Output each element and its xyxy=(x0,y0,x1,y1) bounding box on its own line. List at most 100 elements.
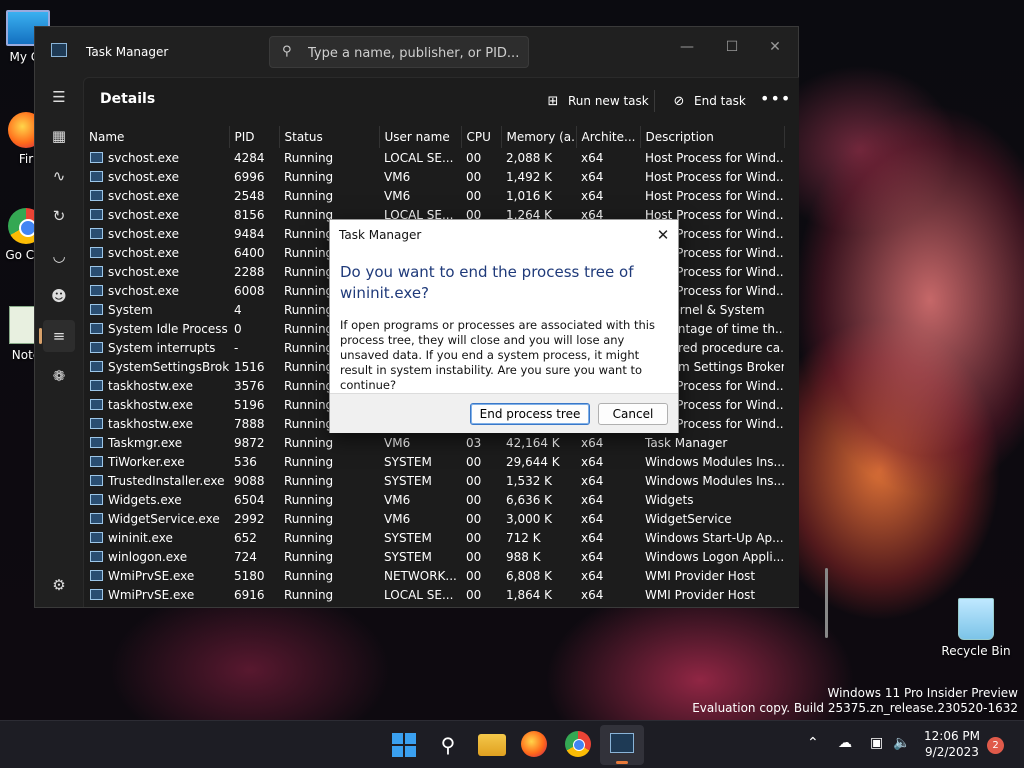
column-header-name[interactable]: ⌃ Name xyxy=(84,126,230,148)
cell-text: wininit.exe xyxy=(108,530,173,545)
volume-icon[interactable]: 🔈 xyxy=(893,735,910,751)
cell-text: Running xyxy=(284,397,334,412)
desktop-icon-recycle-bin[interactable]: Recycle Bin xyxy=(940,598,1012,658)
column-header-cpu[interactable]: CPU xyxy=(461,126,502,148)
start-button[interactable] xyxy=(390,731,418,759)
details-icon[interactable]: ≡ xyxy=(39,320,75,352)
search-input[interactable] xyxy=(308,43,523,63)
page-title: Details xyxy=(100,91,156,107)
startup-apps-icon[interactable]: ◡ xyxy=(43,240,75,272)
cell-text: 3,000 K xyxy=(506,511,553,526)
column-header-user-name[interactable]: User name xyxy=(379,126,462,148)
table-row[interactable]: svchost.exe 6996 Running VM6 00 1,492 K x64 Hos… xyxy=(84,167,784,186)
table-row[interactable]: wininit.exe 652 Running SYSTEM 00 712 K x64 Win… xyxy=(84,528,784,547)
cell-text: Running xyxy=(284,340,334,355)
table-row[interactable]: TiWorker.exe 536 Running SYSTEM 00 29,644 K x6… xyxy=(84,452,784,471)
cell-name: winlogon.exe xyxy=(84,547,229,566)
cell-text: 2548 xyxy=(234,188,265,203)
more-options-button[interactable]: ••• xyxy=(760,88,790,114)
services-icon[interactable]: ❁ xyxy=(43,360,75,392)
notification-badge[interactable]: 2 xyxy=(987,737,1004,754)
maximize-button[interactable]: ☐ xyxy=(712,33,752,61)
settings-gear-icon[interactable]: ⚙ xyxy=(43,569,75,601)
taskbar-firefox-icon[interactable] xyxy=(521,731,547,757)
cell-user-name: LOCAL SE... xyxy=(379,148,461,167)
cloud-offline-icon[interactable]: ☁ xyxy=(838,735,852,751)
cell-name: svchost.exe xyxy=(84,224,229,243)
users-icon[interactable]: ☻ xyxy=(43,280,75,312)
recycle-bin-icon xyxy=(958,598,994,640)
app-history-icon[interactable]: ↻ xyxy=(43,200,75,232)
show-hidden-icons-chevron-icon[interactable]: ⌃ xyxy=(807,735,819,751)
cell-text: SYSTEM xyxy=(384,530,432,545)
column-header-label: Name xyxy=(89,130,125,144)
run-new-task-button[interactable]: ⊞ Run new task xyxy=(544,88,649,114)
cell-user-name: SYSTEM xyxy=(379,547,461,566)
cell-text: x64 xyxy=(581,473,604,488)
table-row[interactable]: winlogon.exe 724 Running SYSTEM 00 988 K x64 Wi… xyxy=(84,547,784,566)
process-icon xyxy=(90,417,103,429)
cell-text: Windows Modules Ins... xyxy=(645,454,784,469)
search-box[interactable]: ⚲ xyxy=(269,36,529,68)
table-row[interactable]: WidgetService.exe 2992 Running VM6 00 3,000 K… xyxy=(84,509,784,528)
dialog-close-icon[interactable]: ✕ xyxy=(648,223,678,247)
cell-name: System Idle Process xyxy=(84,319,229,338)
cell-text: 00 xyxy=(466,188,482,203)
cell-cpu: 00 xyxy=(461,509,501,528)
taskbar-search-icon[interactable]: ⚲ xyxy=(434,731,462,759)
cell-name: svchost.exe xyxy=(84,205,229,224)
cell-pid: 1516 xyxy=(229,357,279,376)
cell-text: Running xyxy=(284,492,334,507)
cell-text: TiWorker.exe xyxy=(108,454,185,469)
column-header-description[interactable]: Description xyxy=(640,126,785,148)
hamburger-menu-icon[interactable]: ☰ xyxy=(43,81,75,113)
cell-text: Running xyxy=(284,454,334,469)
cell-description: Host Process for Wind... xyxy=(640,186,784,205)
cell-text: x64 xyxy=(581,587,604,602)
minimize-button[interactable]: — xyxy=(667,33,707,61)
table-row[interactable]: svchost.exe 4284 Running LOCAL SE... 00 2,088… xyxy=(84,148,784,167)
table-row[interactable]: Widgets.exe 6504 Running VM6 00 6,636 K x64 Wid… xyxy=(84,490,784,509)
process-icon xyxy=(90,170,103,182)
column-header-status[interactable]: Status xyxy=(279,126,380,148)
title-bar[interactable]: Task Manager ⚲ — ☐ ✕ xyxy=(35,27,798,77)
cell-description: Host Process for Wind... xyxy=(640,148,784,167)
file-explorer-icon[interactable] xyxy=(478,734,506,756)
cell-text: taskhostw.exe xyxy=(108,416,193,431)
end-process-tree-button[interactable]: End process tree xyxy=(470,403,590,425)
cell-name: svchost.exe xyxy=(84,281,229,300)
cell-text: System Idle Process xyxy=(108,321,228,336)
desktop-icon-label: Recycle Bin xyxy=(941,644,1011,658)
table-row[interactable]: TrustedInstaller.exe 9088 Running SYSTEM 00 1… xyxy=(84,471,784,490)
column-header-pid[interactable]: PID xyxy=(229,126,280,148)
clock[interactable]: 12:06 PM 9/2/2023 xyxy=(920,728,984,760)
processes-icon[interactable]: ▦ xyxy=(43,120,75,152)
process-icon xyxy=(90,569,103,581)
table-row[interactable]: WmiPrvSE.exe 5180 Running NETWORK... 00 6,808… xyxy=(84,566,784,585)
process-icon xyxy=(90,379,103,391)
watermark-line: Evaluation copy. Build 25375.zn_release.… xyxy=(692,701,1018,715)
cell-text: Running xyxy=(284,150,334,165)
cancel-button[interactable]: Cancel xyxy=(598,403,668,425)
cell-text: 5196 xyxy=(234,397,265,412)
cell-name: wininit.exe xyxy=(84,528,229,547)
vertical-scrollbar[interactable] xyxy=(825,568,828,638)
table-row[interactable]: svchost.exe 2548 Running VM6 00 1,016 K x64 Hos… xyxy=(84,186,784,205)
end-task-button[interactable]: ⊘ End task xyxy=(670,88,746,114)
cell-pid: 724 xyxy=(229,547,279,566)
column-header-architecture[interactable]: Archite... xyxy=(576,126,641,148)
performance-icon[interactable]: ∿ xyxy=(43,160,75,192)
column-header-memory[interactable]: Memory (a... xyxy=(501,126,577,148)
taskbar-task-manager-button[interactable] xyxy=(600,725,644,765)
end-process-tree-dialog: Task Manager ✕ Do you want to end the pr… xyxy=(329,219,679,433)
cell-name: svchost.exe xyxy=(84,167,229,186)
network-icon[interactable]: ▣ xyxy=(870,735,883,751)
table-row[interactable]: Taskmgr.exe 9872 Running VM6 03 42,164 K x64 Ta… xyxy=(84,433,784,452)
taskbar-chrome-icon[interactable] xyxy=(565,731,591,757)
cell-description: WidgetService xyxy=(640,509,784,528)
cell-status: Running xyxy=(279,148,379,167)
table-row[interactable]: WmiPrvSE.exe 6916 Running LOCAL SE... 00 1,86… xyxy=(84,585,784,604)
cell-memory: 29,644 K xyxy=(501,452,576,471)
close-window-button[interactable]: ✕ xyxy=(755,33,795,61)
cell-text: winlogon.exe xyxy=(108,549,188,564)
